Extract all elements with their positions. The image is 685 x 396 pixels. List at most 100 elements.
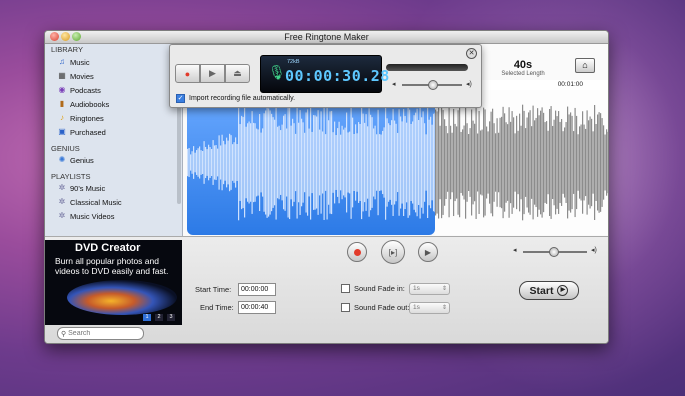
fade-in-option[interactable]: Sound Fade in: bbox=[341, 284, 405, 293]
title-bar[interactable]: Free Ringtone Maker bbox=[45, 31, 608, 44]
playback-volume-knob[interactable] bbox=[549, 247, 559, 257]
recording-time: 00:00:30.28 bbox=[285, 67, 390, 85]
bag-icon: ▣ bbox=[58, 127, 66, 136]
selected-length-label: Selected Length bbox=[501, 71, 545, 77]
chevron-updown-icon: ⇕ bbox=[441, 286, 447, 292]
record-icon bbox=[353, 248, 361, 256]
sidebar-item-music[interactable]: ♫ Music bbox=[57, 56, 90, 68]
start-button[interactable]: Start ▶ bbox=[519, 281, 579, 300]
sidebar-item-label: Purchased bbox=[70, 127, 106, 137]
dvd-creator-ad[interactable]: DVD Creator Burn all popular photos and … bbox=[45, 240, 182, 325]
recording-size-label: 72kB bbox=[287, 59, 300, 65]
fade-in-label: Sound Fade in: bbox=[354, 284, 405, 293]
fade-out-select[interactable]: 1s ⇕ bbox=[409, 302, 450, 314]
sidebar-header-genius: GENIUS bbox=[51, 144, 80, 153]
bottom-panel: DVD Creator Burn all popular photos and … bbox=[45, 236, 608, 343]
film-icon: ▦ bbox=[58, 71, 66, 80]
import-automatically-checkbox[interactable]: ✓ bbox=[176, 94, 185, 103]
sidebar-item-music-videos[interactable]: ✲ Music Videos bbox=[57, 210, 115, 222]
sidebar-item-purchased[interactable]: ▣ Purchased bbox=[57, 126, 106, 138]
home-button[interactable]: ⌂ bbox=[575, 58, 595, 73]
start-time-label: Start Time: bbox=[195, 285, 232, 294]
sidebar-item-label: Movies bbox=[70, 71, 94, 81]
unselected-waveform bbox=[435, 104, 608, 221]
play-circle-icon: ▶ bbox=[557, 285, 569, 296]
play-selection-button[interactable]: [▸] bbox=[381, 240, 405, 264]
sidebar-item-label: Audiobooks bbox=[70, 99, 110, 109]
ad-body: Burn all popular photos and videos to DV… bbox=[55, 256, 168, 276]
play-recording-button[interactable]: ▶ bbox=[200, 64, 225, 83]
play-icon: ▶ bbox=[209, 68, 216, 78]
sidebar-item-label: Genius bbox=[70, 155, 94, 165]
start-time-field[interactable]: 00:00:00 bbox=[238, 283, 276, 296]
ad-page-1[interactable]: 1 bbox=[143, 314, 151, 321]
ad-page-2[interactable]: 2 bbox=[155, 314, 163, 321]
gear-playlist-icon: ✲ bbox=[58, 211, 66, 220]
sidebar-item-label: Classical Music bbox=[70, 197, 122, 207]
sidebar-item-label: Ringtones bbox=[70, 113, 104, 123]
import-automatically-option[interactable]: ✓ Import recording file automatically. bbox=[176, 94, 295, 103]
sidebar-item-audiobooks[interactable]: ▮ Audiobooks bbox=[57, 98, 109, 110]
chevron-updown-icon: ⇕ bbox=[441, 305, 447, 311]
fade-in-select[interactable]: 1s ⇕ bbox=[409, 283, 450, 295]
sidebar: LIBRARY ♫ Music ▦ Movies ◉ Podcasts ▮ Audiob… bbox=[45, 44, 183, 236]
record-icon: ● bbox=[184, 68, 191, 79]
end-time-label: End Time: bbox=[200, 303, 234, 312]
search-input[interactable] bbox=[68, 330, 133, 337]
fade-in-checkbox[interactable] bbox=[341, 284, 350, 293]
import-automatically-label: Import recording file automatically. bbox=[189, 95, 296, 102]
music-note-icon: ♫ bbox=[59, 57, 65, 66]
eject-icon: ⏏ bbox=[233, 68, 242, 78]
window-title: Free Ringtone Maker bbox=[284, 32, 369, 42]
gear-playlist-icon: ✲ bbox=[58, 197, 66, 206]
recording-panel: ✕ ● ▶ ⏏ 🎙 72kB 00:00:30.28 ◂ ◂) ✓ Import… bbox=[169, 44, 482, 108]
selected-waveform bbox=[187, 104, 436, 221]
play-bracket-icon: [▸] bbox=[388, 247, 398, 257]
app-window: Free Ringtone Maker LIBRARY ♫ Music ▦ Movi… bbox=[44, 30, 609, 344]
recording-volume-knob[interactable] bbox=[428, 80, 438, 90]
waveform-selection[interactable] bbox=[187, 90, 436, 235]
sidebar-item-genius[interactable]: ✺ Genius bbox=[57, 154, 94, 166]
fade-out-label: Sound Fade out: bbox=[354, 303, 410, 312]
atom-icon: ✺ bbox=[58, 155, 66, 164]
waveform-unselected[interactable] bbox=[435, 90, 608, 235]
fade-in-value: 1s bbox=[413, 285, 420, 292]
sidebar-item-90s-music[interactable]: ✲ 90's Music bbox=[57, 182, 106, 194]
home-icon: ⌂ bbox=[582, 60, 588, 70]
eject-button[interactable]: ⏏ bbox=[225, 64, 250, 83]
sidebar-item-label: 90's Music bbox=[70, 183, 106, 193]
input-level-meter bbox=[386, 64, 468, 71]
sidebar-item-label: Podcasts bbox=[70, 85, 101, 95]
close-icon: ✕ bbox=[468, 50, 475, 57]
selected-length-value: 40s bbox=[513, 59, 533, 71]
start-button-label: Start bbox=[529, 284, 554, 297]
gear-playlist-icon: ✲ bbox=[58, 183, 66, 192]
end-time-field[interactable]: 00:00:40 bbox=[238, 301, 276, 314]
volume-low-icon: ◂ bbox=[513, 247, 517, 254]
sidebar-item-classical-music[interactable]: ✲ Classical Music bbox=[57, 196, 122, 208]
recording-panel-close-button[interactable]: ✕ bbox=[466, 48, 477, 59]
microphone-icon: 🎙 bbox=[268, 64, 286, 80]
search-icon: ⚲ bbox=[61, 330, 67, 338]
ad-pager: 1 2 3 bbox=[143, 314, 175, 321]
fade-out-checkbox[interactable] bbox=[341, 303, 350, 312]
book-icon: ▮ bbox=[59, 99, 65, 108]
selected-length-display: 40s Selected Length bbox=[483, 59, 563, 77]
sidebar-item-podcasts[interactable]: ◉ Podcasts bbox=[57, 84, 101, 96]
record-button[interactable]: ● bbox=[175, 64, 200, 83]
record-main-button[interactable] bbox=[347, 242, 367, 262]
ad-disc-image bbox=[67, 280, 177, 315]
play-button[interactable]: ▶ bbox=[418, 242, 438, 262]
fade-out-value: 1s bbox=[413, 304, 420, 311]
volume-low-icon: ◂ bbox=[392, 81, 396, 88]
sidebar-item-ringtones[interactable]: ♪ Ringtones bbox=[57, 112, 104, 124]
recording-timer-display: 🎙 72kB 00:00:30.28 bbox=[260, 55, 389, 93]
sidebar-item-movies[interactable]: ▦ Movies bbox=[57, 70, 94, 82]
ad-title: DVD Creator bbox=[75, 242, 141, 254]
ad-line-2: videos to DVD easily and fast. bbox=[55, 266, 169, 276]
ad-page-3[interactable]: 3 bbox=[167, 314, 175, 321]
ruler-time-label: 00:01:00 bbox=[557, 81, 583, 88]
recording-controls: ● ▶ ⏏ bbox=[175, 64, 250, 83]
fade-out-option[interactable]: Sound Fade out: bbox=[341, 303, 409, 312]
search-field[interactable]: ⚲ bbox=[57, 327, 144, 340]
